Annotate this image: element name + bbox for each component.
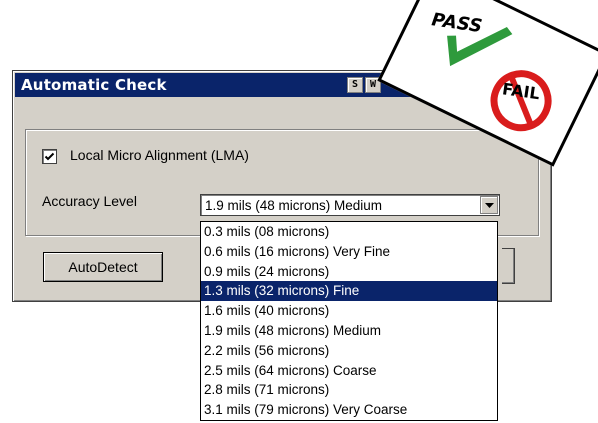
accuracy-option[interactable]: 2.8 mils (71 microns): [201, 380, 497, 400]
lma-checkbox-label[interactable]: Local Micro Alignment (LMA): [70, 147, 249, 163]
accuracy-option[interactable]: 2.2 mils (56 microns): [201, 341, 497, 361]
accuracy-option[interactable]: 0.3 mils (08 microns): [201, 222, 497, 242]
autodetect-button-label: AutoDetect: [68, 259, 138, 275]
accuracy-option[interactable]: 3.1 mils (79 microns) Very Coarse: [201, 400, 497, 420]
chevron-down-icon: [485, 203, 494, 208]
lma-checkbox[interactable]: [42, 149, 57, 164]
accuracy-option[interactable]: 0.6 mils (16 microns) Very Fine: [201, 242, 497, 262]
autodetect-button[interactable]: AutoDetect: [43, 252, 163, 282]
accuracy-option-highlighted[interactable]: 1.3 mils (32 microns) Fine: [201, 281, 497, 302]
accuracy-selected-value: 1.9 mils (48 microns) Medium: [205, 198, 383, 213]
dialog-title: Automatic Check: [21, 76, 167, 94]
accuracy-option[interactable]: 2.5 mils (64 microns) Coarse: [201, 361, 497, 381]
titlebar-s-button[interactable]: S: [347, 77, 363, 93]
accuracy-level-select[interactable]: 1.9 mils (48 microns) Medium: [200, 194, 500, 216]
dropdown-arrow-button[interactable]: [480, 196, 498, 214]
accuracy-level-label: Accuracy Level: [42, 193, 137, 209]
checkmark-icon: [44, 152, 55, 161]
accuracy-options-list[interactable]: 0.3 mils (08 microns) 0.6 mils (16 micro…: [200, 221, 498, 421]
accuracy-option[interactable]: 1.9 mils (48 microns) Medium: [201, 321, 497, 341]
lma-groupbox: [25, 129, 539, 236]
dialog-button-partial[interactable]: [502, 248, 515, 284]
accuracy-option[interactable]: 0.9 mils (24 microns): [201, 262, 497, 282]
accuracy-option[interactable]: 1.6 mils (40 microns): [201, 301, 497, 321]
